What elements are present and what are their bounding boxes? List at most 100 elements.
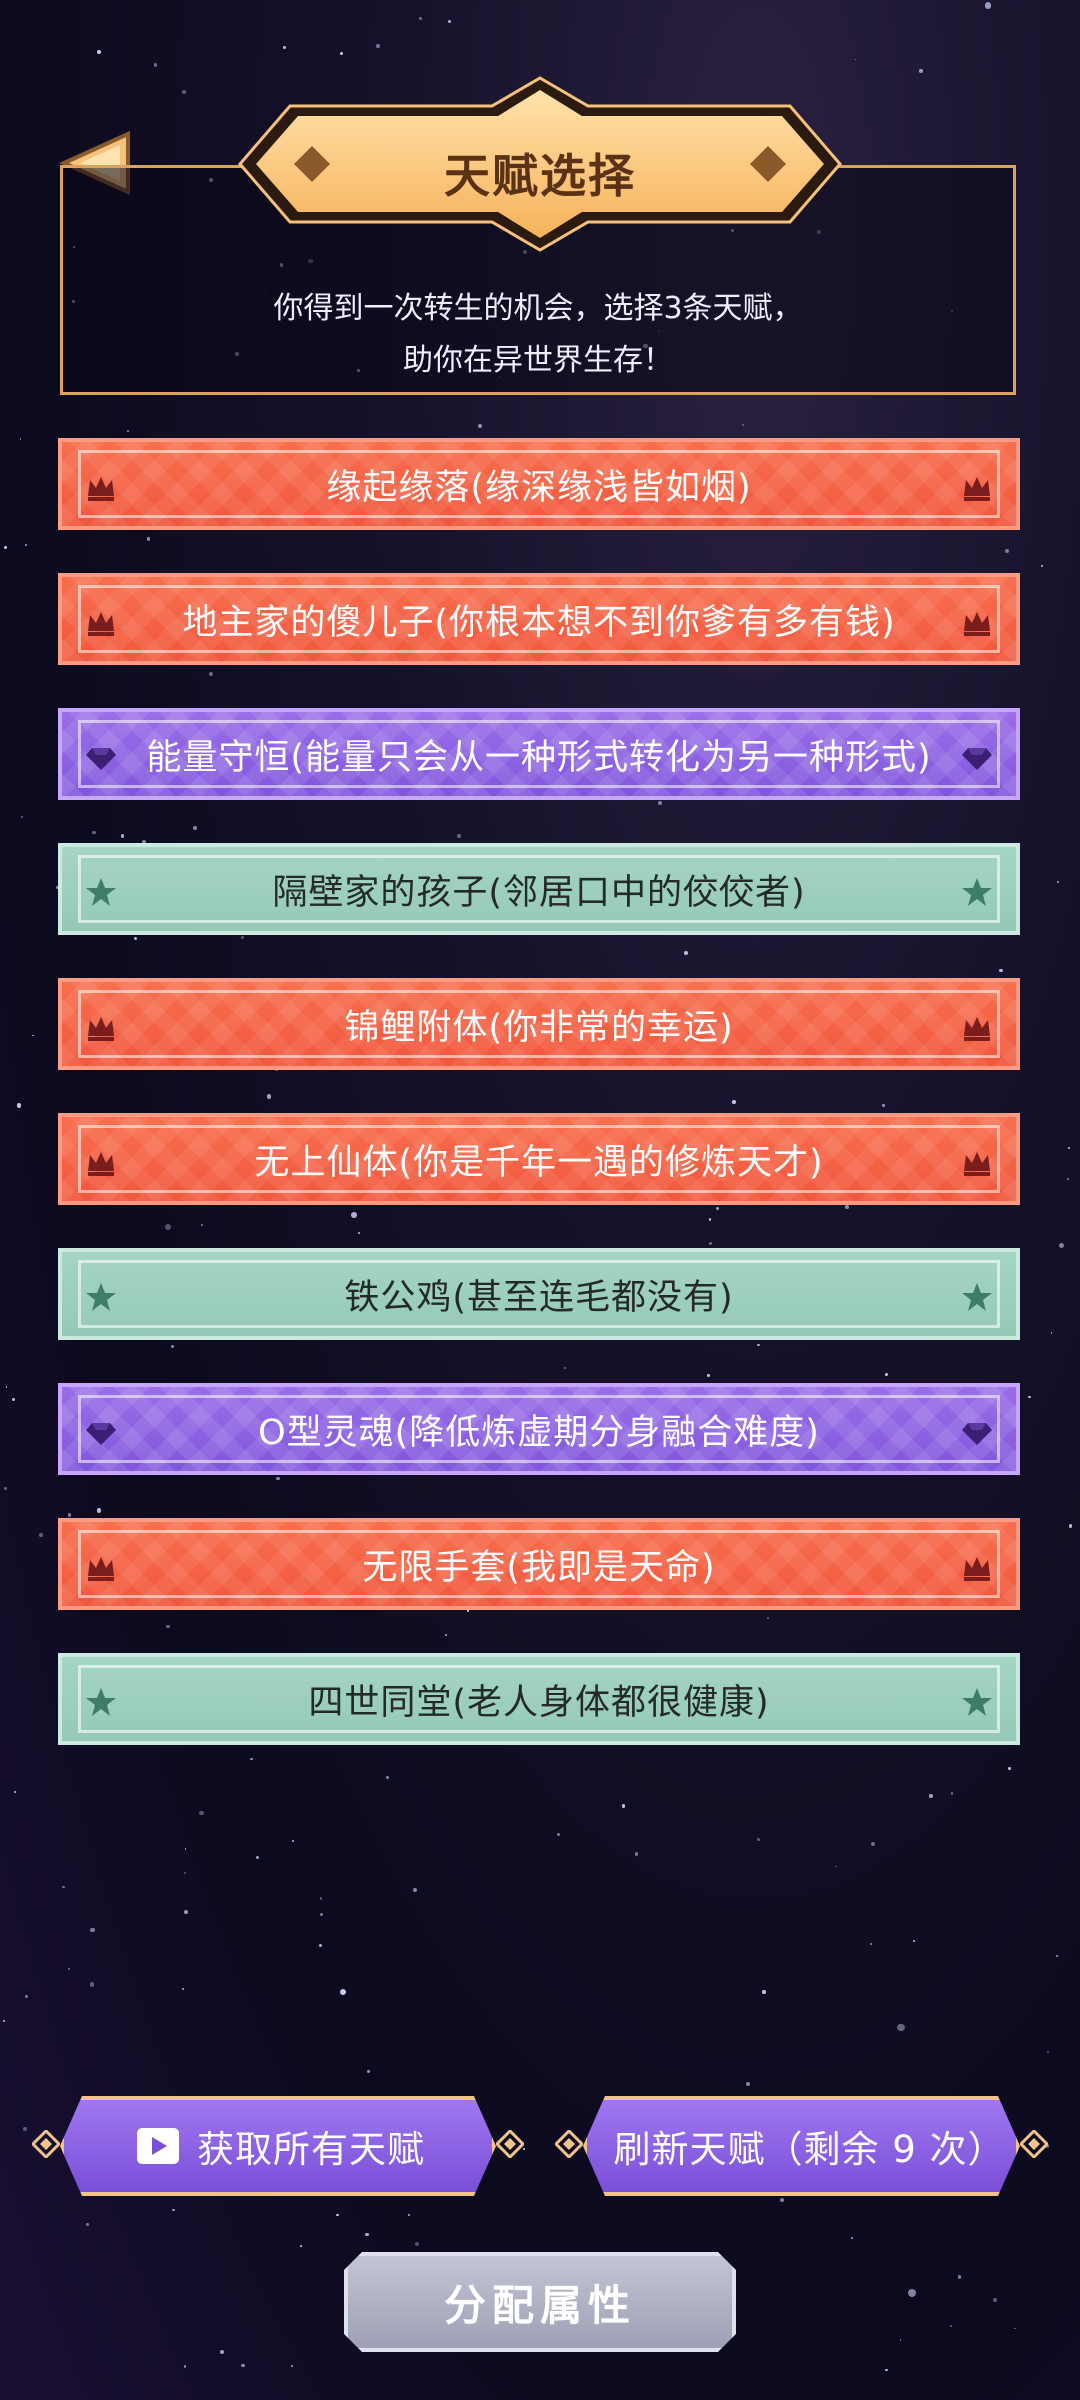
assign-label: 分配属性: [443, 2280, 636, 2330]
star-dot: [5, 1386, 8, 1388]
info-line-2: 助你在异世界生存！: [403, 343, 673, 378]
info-text: 你得到一次转生的机会，选择3条天赋， 助你在异世界生存！: [63, 283, 1013, 387]
star-dot: [3, 1487, 7, 1490]
star-dot: [184, 1871, 187, 1874]
talent-option[interactable]: O型灵魂(降低炼虚期分身融合难度): [58, 1383, 1020, 1475]
star-dot: [1055, 1954, 1059, 1958]
star-dot: [375, 43, 380, 48]
star-dot: [756, 1837, 760, 1841]
star-dot: [39, 1533, 43, 1538]
star-dot: [408, 2213, 410, 2216]
star-dot: [869, 1943, 873, 1946]
star-dot: [16, 1103, 22, 1108]
talent-option[interactable]: 能量守恒(能量只会从一种形式转化为另一种形式): [58, 708, 1020, 800]
star-dot: [3, 545, 7, 549]
star-dot: [241, 2363, 245, 2368]
star-dot: [184, 2365, 187, 2368]
star-dot: [367, 2069, 371, 2073]
talent-option[interactable]: 缘起缘落(缘深缘浅皆如烟): [58, 438, 1020, 530]
star-dot: [340, 51, 344, 55]
star-dot: [3, 2019, 6, 2022]
star-dot: [412, 1887, 417, 1892]
star-dot: [621, 1804, 625, 1808]
talent-option[interactable]: 铁公鸡(甚至连毛都没有): [58, 1248, 1020, 1340]
star-dot: [957, 2275, 962, 2279]
star-dot: [1040, 564, 1043, 567]
star-dot: [950, 1792, 954, 1795]
talent-option[interactable]: 隔壁家的孩子(邻居口中的佼佼者): [58, 843, 1020, 935]
star-dot: [300, 2245, 303, 2248]
star-dot: [884, 2368, 888, 2372]
star-dot: [742, 424, 745, 427]
star-dot: [899, 2339, 902, 2341]
talent-option[interactable]: 锦鲤附体(你非常的幸运): [58, 978, 1020, 1070]
diamond-ornament-icon: [496, 2130, 524, 2158]
star-dot: [761, 1990, 766, 1994]
star-dot: [993, 2298, 997, 2302]
talent-label: 无上仙体(你是千年一遇的修炼天才): [254, 1142, 824, 1183]
star-dot: [23, 2126, 27, 2131]
star-dot: [1059, 1243, 1065, 1249]
video-play-icon: [137, 2128, 179, 2164]
star-dot: [1057, 881, 1060, 884]
page-title: 天赋选择: [444, 149, 636, 203]
star-dot: [419, 17, 423, 21]
star-dot: [1046, 2051, 1049, 2053]
assign-attributes-button[interactable]: 分配属性: [344, 2252, 736, 2352]
talent-label: 铁公鸡(甚至连毛都没有): [344, 1277, 734, 1318]
star-dot: [86, 2222, 89, 2226]
talent-option[interactable]: 地主家的傻儿子(你根本想不到你爹有多有钱): [58, 573, 1020, 665]
star-dot: [199, 1810, 204, 1816]
talent-label: 地主家的傻儿子(你根本想不到你爹有多有钱): [182, 602, 896, 643]
get-all-label: 获取所有天赋: [197, 2128, 425, 2171]
star-dot: [319, 1943, 323, 1948]
star-dot: [153, 63, 158, 67]
star-dot: [907, 2289, 916, 2298]
talent-list: 缘起缘落(缘深缘浅皆如烟) 地主家的傻儿子(你根本想不到你爹有多有钱) 能量守恒(能…: [58, 438, 1020, 1788]
star-dot: [25, 1994, 28, 1998]
star-dot: [68, 1968, 71, 1971]
star-dot: [13, 1791, 16, 1794]
star-dot: [1067, 1177, 1070, 1180]
star-dot: [339, 1988, 347, 1996]
star-dot: [182, 1988, 184, 1990]
star-dot: [127, 430, 129, 433]
talent-label: 四世同堂(老人身体都很健康): [308, 1682, 770, 1723]
star-dot: [364, 2232, 369, 2237]
star-dot: [851, 2236, 854, 2239]
star-dot: [291, 1839, 294, 1842]
star-dot: [89, 1982, 94, 1987]
star-dot: [21, 815, 24, 819]
star-dot: [635, 1852, 639, 1856]
star-dot: [746, 2081, 751, 2087]
get-all-talents-button[interactable]: 获取所有天赋: [32, 2096, 524, 2196]
talent-option[interactable]: 无上仙体(你是千年一遇的修炼天才): [58, 1113, 1020, 1205]
star-dot: [835, 1865, 837, 1868]
star-dot: [984, 2, 991, 9]
star-dot: [336, 2214, 339, 2217]
talent-label: O型灵魂(降低炼虚期分身融合难度): [258, 1412, 820, 1453]
star-dot: [929, 1793, 934, 1798]
star-dot: [556, 1832, 560, 1836]
star-dot: [1069, 1524, 1073, 1528]
star-dot: [255, 1855, 260, 1860]
talent-label: 缘起缘落(缘深缘浅皆如烟): [326, 467, 752, 508]
star-dot: [282, 45, 286, 49]
talent-option[interactable]: 四世同堂(老人身体都很健康): [58, 1653, 1020, 1745]
refresh-label: 刷新天赋（剩余 9 次）: [613, 2128, 1006, 2171]
star-dot: [291, 2365, 294, 2367]
star-dot: [854, 58, 857, 61]
star-dot: [183, 1910, 188, 1915]
star-dot: [19, 438, 22, 440]
star-dot: [12, 1398, 16, 1402]
star-dot: [90, 1927, 95, 1933]
star-dot: [1014, 2327, 1016, 2330]
diamond-ornament-icon: [1020, 2130, 1048, 2158]
talent-option[interactable]: 无限手套(我即是天命): [58, 1518, 1020, 1610]
refresh-talents-button[interactable]: 刷新天赋（剩余 9 次）: [555, 2096, 1048, 2196]
star-dot: [182, 89, 187, 94]
talent-label: 能量守恒(能量只会从一种形式转化为另一种形式): [146, 737, 932, 778]
star-dot: [1050, 1331, 1053, 1334]
star-dot: [1067, 1146, 1070, 1150]
star-dot: [780, 2198, 784, 2202]
